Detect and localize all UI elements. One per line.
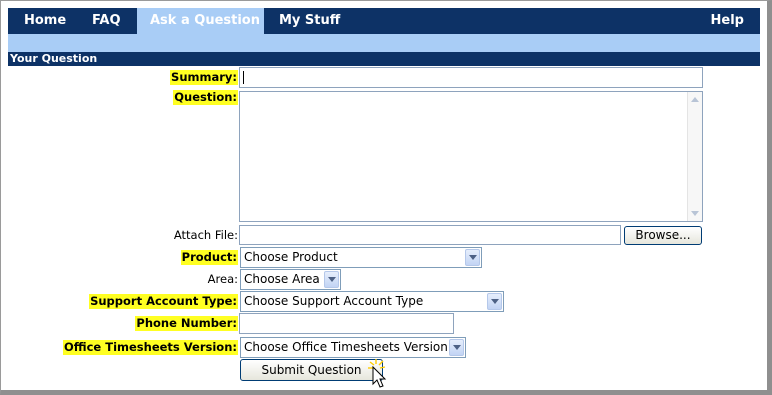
support-account-type-selected: Choose Support Account Type: [244, 294, 424, 308]
question-label: Question:: [173, 90, 238, 105]
area-select[interactable]: Choose Area: [240, 269, 341, 290]
summary-input[interactable]: [239, 67, 703, 88]
product-label: Product:: [180, 250, 238, 265]
submit-question-button[interactable]: Submit Question: [240, 359, 383, 381]
sub-navigation-bar: [8, 34, 760, 52]
scroll-up-icon[interactable]: [691, 97, 699, 102]
nav-help[interactable]: Help: [698, 8, 757, 34]
text-caret: [243, 71, 244, 84]
top-navigation: Home FAQ Ask a Question My Stuff Help: [8, 8, 760, 34]
question-scrollbar[interactable]: [687, 92, 702, 221]
chevron-down-icon[interactable]: [487, 293, 502, 310]
chevron-down-icon[interactable]: [449, 339, 464, 356]
browse-button[interactable]: Browse...: [624, 226, 702, 245]
timesheets-version-select[interactable]: Choose Office Timesheets Version: [240, 337, 466, 358]
section-title: Your Question: [8, 52, 760, 66]
phone-number-label: Phone Number:: [135, 316, 238, 331]
nav-my-stuff[interactable]: My Stuff: [266, 8, 353, 34]
nav-faq[interactable]: FAQ: [79, 8, 134, 34]
timesheets-version-label: Office Timesheets Version:: [63, 340, 238, 355]
summary-label: Summary:: [170, 70, 238, 85]
area-label: Area:: [207, 272, 238, 286]
product-selected: Choose Product: [244, 250, 338, 264]
nav-home[interactable]: Home: [11, 8, 79, 34]
chevron-down-icon[interactable]: [324, 271, 339, 288]
mouse-pointer-icon: [368, 359, 387, 388]
product-select[interactable]: Choose Product: [240, 247, 482, 268]
support-account-type-select[interactable]: Choose Support Account Type: [240, 291, 504, 312]
timesheets-version-selected: Choose Office Timesheets Version: [244, 340, 448, 354]
attach-file-input[interactable]: [239, 225, 621, 245]
question-textarea[interactable]: [239, 91, 703, 222]
chevron-down-icon[interactable]: [465, 249, 480, 266]
attach-file-label: Attach File:: [173, 228, 238, 242]
nav-ask-a-question[interactable]: Ask a Question: [137, 8, 264, 34]
scroll-down-icon[interactable]: [691, 211, 699, 216]
phone-number-input[interactable]: [239, 313, 454, 334]
area-selected: Choose Area: [244, 272, 320, 286]
support-account-type-label: Support Account Type:: [89, 294, 238, 309]
